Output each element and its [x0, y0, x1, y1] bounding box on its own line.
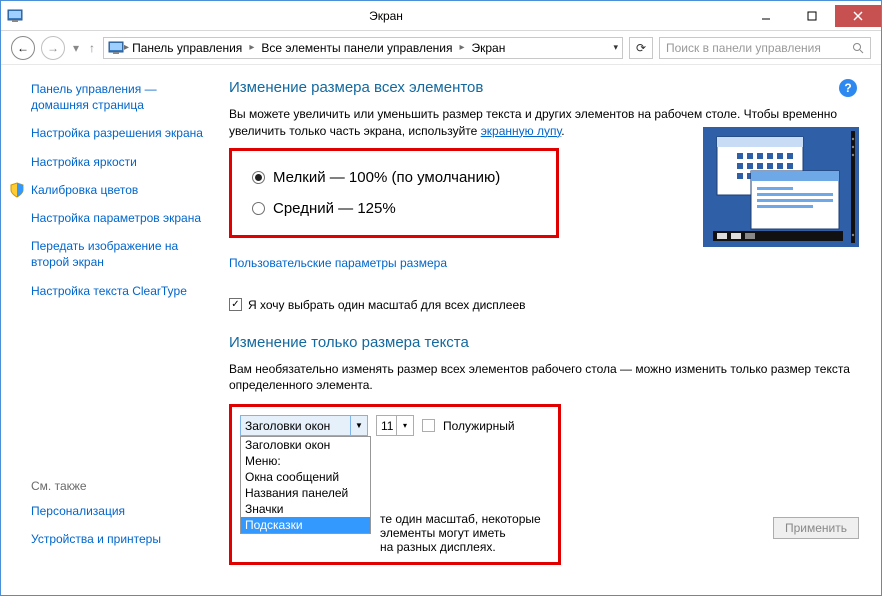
bold-label: Полужирный [443, 419, 515, 433]
radio-small-label: Мелкий — 100% (по умолчанию) [273, 169, 500, 186]
control-panel-home-link[interactable]: Панель управления — домашняя страница [31, 81, 215, 113]
minimize-button[interactable] [743, 5, 789, 27]
radio-medium-label: Средний — 125% [273, 200, 396, 217]
chevron-right-icon: ▸ [249, 42, 254, 53]
font-size-value: 11 [381, 419, 393, 433]
breadcrumb-item[interactable]: Все элементы панели управления [258, 41, 455, 55]
monitor-icon [108, 40, 124, 56]
dropdown-option[interactable]: Заголовки окон [241, 437, 370, 453]
search-input[interactable]: Поиск в панели управления [659, 37, 871, 59]
chevron-right-icon: ▸ [459, 42, 464, 53]
breadcrumb[interactable]: ▸ Панель управления ▸ Все элементы панел… [103, 37, 623, 59]
desc-text-only: Вам необязательно изменять размер всех э… [229, 361, 859, 395]
custom-sizing-link[interactable]: Пользовательские параметры размера [229, 256, 447, 270]
element-select[interactable]: Заголовки окон ▼ [240, 415, 368, 436]
radio-small[interactable]: Мелкий — 100% (по умолчанию) [252, 169, 536, 186]
font-size-select[interactable]: 11 ▾ [376, 415, 414, 436]
sidebar-link-display-settings[interactable]: Настройка параметров экрана [31, 210, 215, 226]
up-button[interactable]: ↑ [89, 41, 95, 55]
dropdown-option[interactable]: Названия панелей [241, 485, 370, 501]
shield-icon [9, 182, 25, 198]
single-scale-label: Я хочу выбрать один масштаб для всех дис… [248, 298, 526, 312]
checkbox-icon: ✓ [229, 298, 242, 311]
dropdown-option[interactable]: Значки [241, 501, 370, 517]
magnifier-link[interactable]: экранную лупу [481, 124, 562, 138]
apply-button[interactable]: Применить [773, 517, 859, 539]
close-button[interactable] [835, 5, 881, 27]
see-also-heading: См. также [31, 479, 215, 493]
sidebar-link-project[interactable]: Передать изображение на второй экран [31, 238, 215, 270]
dropdown-option[interactable]: Окна сообщений [241, 469, 370, 485]
heading-resize-all: Изменение размера всех элементов [229, 79, 859, 96]
radio-medium[interactable]: Средний — 125% [252, 200, 536, 217]
recent-locations-button[interactable]: ▾ [73, 41, 79, 55]
forward-button[interactable]: → [41, 36, 65, 60]
search-icon [852, 42, 864, 54]
chevron-down-icon[interactable]: ▾ [603, 42, 618, 53]
window-title: Экран [29, 9, 743, 23]
dropdown-option[interactable]: Подсказки [241, 517, 370, 533]
breadcrumb-item[interactable]: Панель управления [129, 41, 245, 55]
breadcrumb-item[interactable]: Экран [469, 41, 509, 55]
sidebar-link-brightness[interactable]: Настройка яркости [31, 154, 215, 170]
element-select-value: Заголовки окон [245, 419, 330, 433]
preview-illustration [703, 127, 859, 247]
maximize-button[interactable] [789, 5, 835, 27]
system-icon [1, 1, 29, 31]
highlight-box-scaling: Мелкий — 100% (по умолчанию) Средний — 1… [229, 148, 559, 238]
sidebar-link-resolution[interactable]: Настройка разрешения экрана [31, 125, 215, 141]
chevron-down-icon: ▾ [396, 416, 413, 435]
search-placeholder: Поиск в панели управления [666, 41, 852, 55]
dropdown-option[interactable]: Меню: [241, 453, 370, 469]
back-button[interactable]: ← [11, 36, 35, 60]
bold-checkbox[interactable] [422, 419, 435, 432]
radio-icon [252, 171, 265, 184]
chevron-down-icon: ▼ [350, 416, 367, 435]
radio-icon [252, 202, 265, 215]
help-button[interactable]: ? [839, 79, 857, 97]
sidebar-link-cleartype[interactable]: Настройка текста ClearType [31, 283, 215, 299]
sidebar-link-personalization[interactable]: Персонализация [31, 503, 215, 519]
single-scale-checkbox[interactable]: ✓ Я хочу выбрать один масштаб для всех д… [229, 298, 859, 312]
refresh-button[interactable]: ⟳ [629, 37, 653, 59]
highlight-box-text-size: Заголовки окон ▼ 11 ▾ Полужирный Заголов… [229, 404, 561, 565]
heading-text-only: Изменение только размера текста [229, 334, 859, 351]
sidebar-link-devices[interactable]: Устройства и принтеры [31, 531, 215, 547]
element-select-dropdown: Заголовки окон Меню: Окна сообщений Назв… [240, 436, 371, 534]
sidebar-link-calibrate[interactable]: Калибровка цветов [31, 182, 138, 198]
